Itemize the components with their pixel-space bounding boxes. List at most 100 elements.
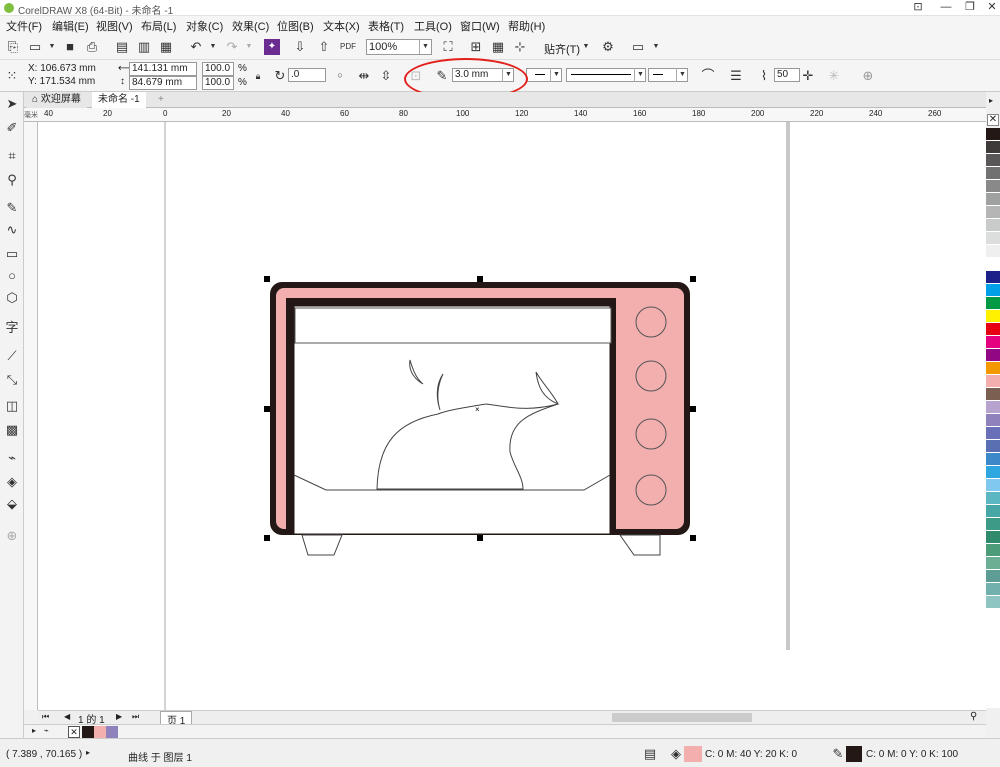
smoothing-slider-icon[interactable]: ✛ [800,68,816,84]
menu-help[interactable]: 帮助(H) [508,18,545,34]
next-page-icon[interactable]: ▶ [116,712,122,721]
status-arrow-icon[interactable]: ▸ [86,748,90,757]
export-icon[interactable]: ⇧ [316,39,332,55]
vertical-ruler[interactable] [24,122,38,710]
show-grid-icon[interactable]: ▦ [490,39,506,55]
fill-color-swatch[interactable] [684,746,702,762]
interactive-fill-icon[interactable]: ◈ [4,474,20,490]
menu-tools[interactable]: 工具(O) [414,18,452,34]
lock-ratio-icon[interactable]: 🔒︎ [250,68,266,84]
menu-table[interactable]: 表格(T) [368,18,404,34]
menu-layout[interactable]: 布局(L) [141,18,176,34]
start-arrowhead-dropdown-icon[interactable]: ▼ [550,68,562,82]
palette-swatch[interactable] [986,505,1000,518]
menu-file[interactable]: 文件(F) [6,18,42,34]
cut-icon[interactable]: ▤ [114,39,130,55]
parallel-dimension-icon[interactable]: ⟋ [4,348,20,364]
knob-1[interactable] [635,306,667,338]
freehand-tool-icon[interactable]: ✎ [4,200,20,216]
palette-swatch[interactable] [986,375,1000,388]
palette-swatch[interactable] [986,336,1000,349]
launcher-dropdown-icon[interactable]: ▼ [648,39,664,55]
palette-swatch[interactable] [986,271,1000,284]
snap-dropdown-icon[interactable]: ▼ [578,39,594,55]
knob-2[interactable] [635,360,667,392]
application-launcher-icon[interactable]: ▭ [630,39,646,55]
pick-tool-icon[interactable]: ➤ [4,96,20,112]
palette-swatch[interactable] [986,492,1000,505]
rotation-angle-field[interactable]: .0 [288,68,326,82]
palette-swatch[interactable] [986,323,1000,336]
knob-4[interactable] [635,474,667,506]
color-proof-icon[interactable]: ▤ [642,746,658,762]
last-page-icon[interactable]: ⏭ [132,712,139,722]
wrap-text-icon[interactable]: ☰ [728,68,744,84]
redo-dropdown-icon[interactable]: ▼ [241,39,257,55]
palette-swatch[interactable] [986,362,1000,375]
palette-swatch[interactable] [986,180,1000,193]
show-guidelines-icon[interactable]: ⊹ [512,39,528,55]
publish-pdf-icon[interactable]: PDF [340,39,356,55]
foot-left[interactable] [301,534,343,556]
eyedropper-icon[interactable]: ⌁ [4,450,20,466]
doc-palette-arrow-icon[interactable]: ▸ [32,726,36,735]
palette-swatch[interactable] [986,193,1000,206]
end-arrowhead-dropdown-icon[interactable]: ▼ [676,68,688,82]
oven-top-panel[interactable] [294,307,612,344]
mirror-horizontal-icon[interactable]: ⇹ [356,68,372,84]
quick-customize-icon[interactable]: ⊕ [860,68,876,84]
palette-swatch[interactable] [986,310,1000,323]
search-content-icon[interactable]: ✦ [264,39,280,55]
palette-swatch[interactable] [986,297,1000,310]
scale-width-field[interactable]: 100.0 [202,62,234,76]
outline-pen-status-icon[interactable]: ✎ [830,746,846,762]
palette-swatch[interactable] [986,466,1000,479]
menu-edit[interactable]: 编辑(E) [52,18,89,34]
copy-icon[interactable]: ▥ [136,39,152,55]
text-tool-icon[interactable]: 字 [4,320,20,336]
add-tab-icon[interactable]: + [152,92,170,108]
transparency-icon[interactable]: ▩ [4,422,20,438]
menu-effects[interactable]: 效果(C) [232,18,269,34]
palette-swatch[interactable] [986,167,1000,180]
full-screen-icon[interactable]: ⛶ [440,39,456,55]
menu-bitmaps[interactable]: 位图(B) [277,18,314,34]
palette-swatch[interactable] [986,557,1000,570]
palette-swatch[interactable] [986,258,1000,271]
no-color-swatch[interactable]: ✕ [987,114,999,126]
paste-icon[interactable]: ▦ [158,39,174,55]
show-rulers-icon[interactable]: ⊞ [468,39,484,55]
palette-swatch[interactable] [986,245,1000,258]
polygon-tool-icon[interactable]: ⬡ [4,290,20,306]
save-icon[interactable]: ■ [62,39,78,55]
open-folder-icon[interactable]: ▭ [27,39,43,55]
undo-icon[interactable]: ↶ [188,39,204,55]
object-origin-icon[interactable]: ⁙ [4,68,20,84]
palette-swatch[interactable] [986,141,1000,154]
drawing-canvas[interactable]: × [38,122,986,710]
object-width-field[interactable]: 141.131 mm [129,62,197,76]
import-icon[interactable]: ⇩ [292,39,308,55]
reduce-nodes-icon[interactable]: ✳ [826,68,842,84]
smart-fill-icon[interactable]: ⬙ [4,496,20,512]
x-position-field[interactable]: X: 106.673 mm [26,63,104,77]
mirror-vertical-icon[interactable]: ⇳ [378,68,394,84]
close-button[interactable]: ✕ [978,0,1000,16]
undo-dropdown-icon[interactable]: ▼ [205,39,221,55]
prev-page-icon[interactable]: ◀ [64,712,70,721]
tab-document[interactable]: 未命名 -1 [92,92,146,108]
palette-swatch[interactable] [986,206,1000,219]
zoom-dropdown-icon[interactable]: ▼ [419,40,431,54]
trim-curve-icon[interactable]: ⌒ [700,68,716,84]
y-position-field[interactable]: Y: 171.534 mm [26,76,104,90]
doc-palette-pick-icon[interactable]: ⌁ [44,726,49,735]
zoom-tool-icon[interactable]: ⚲ [4,172,20,188]
palette-swatch[interactable] [986,570,1000,583]
palette-scroll-up-icon[interactable]: ▸ [989,96,993,105]
outline-color-swatch[interactable] [846,746,862,762]
fill-bucket-icon[interactable]: ◈ [668,746,684,762]
menu-text[interactable]: 文本(X) [323,18,360,34]
palette-swatch[interactable] [986,583,1000,596]
help-window-button[interactable]: ⊡ [904,0,932,16]
horizontal-ruler[interactable]: 毫米 40 20 0 20 40 60 80 100 120 140 160 1… [24,108,986,122]
